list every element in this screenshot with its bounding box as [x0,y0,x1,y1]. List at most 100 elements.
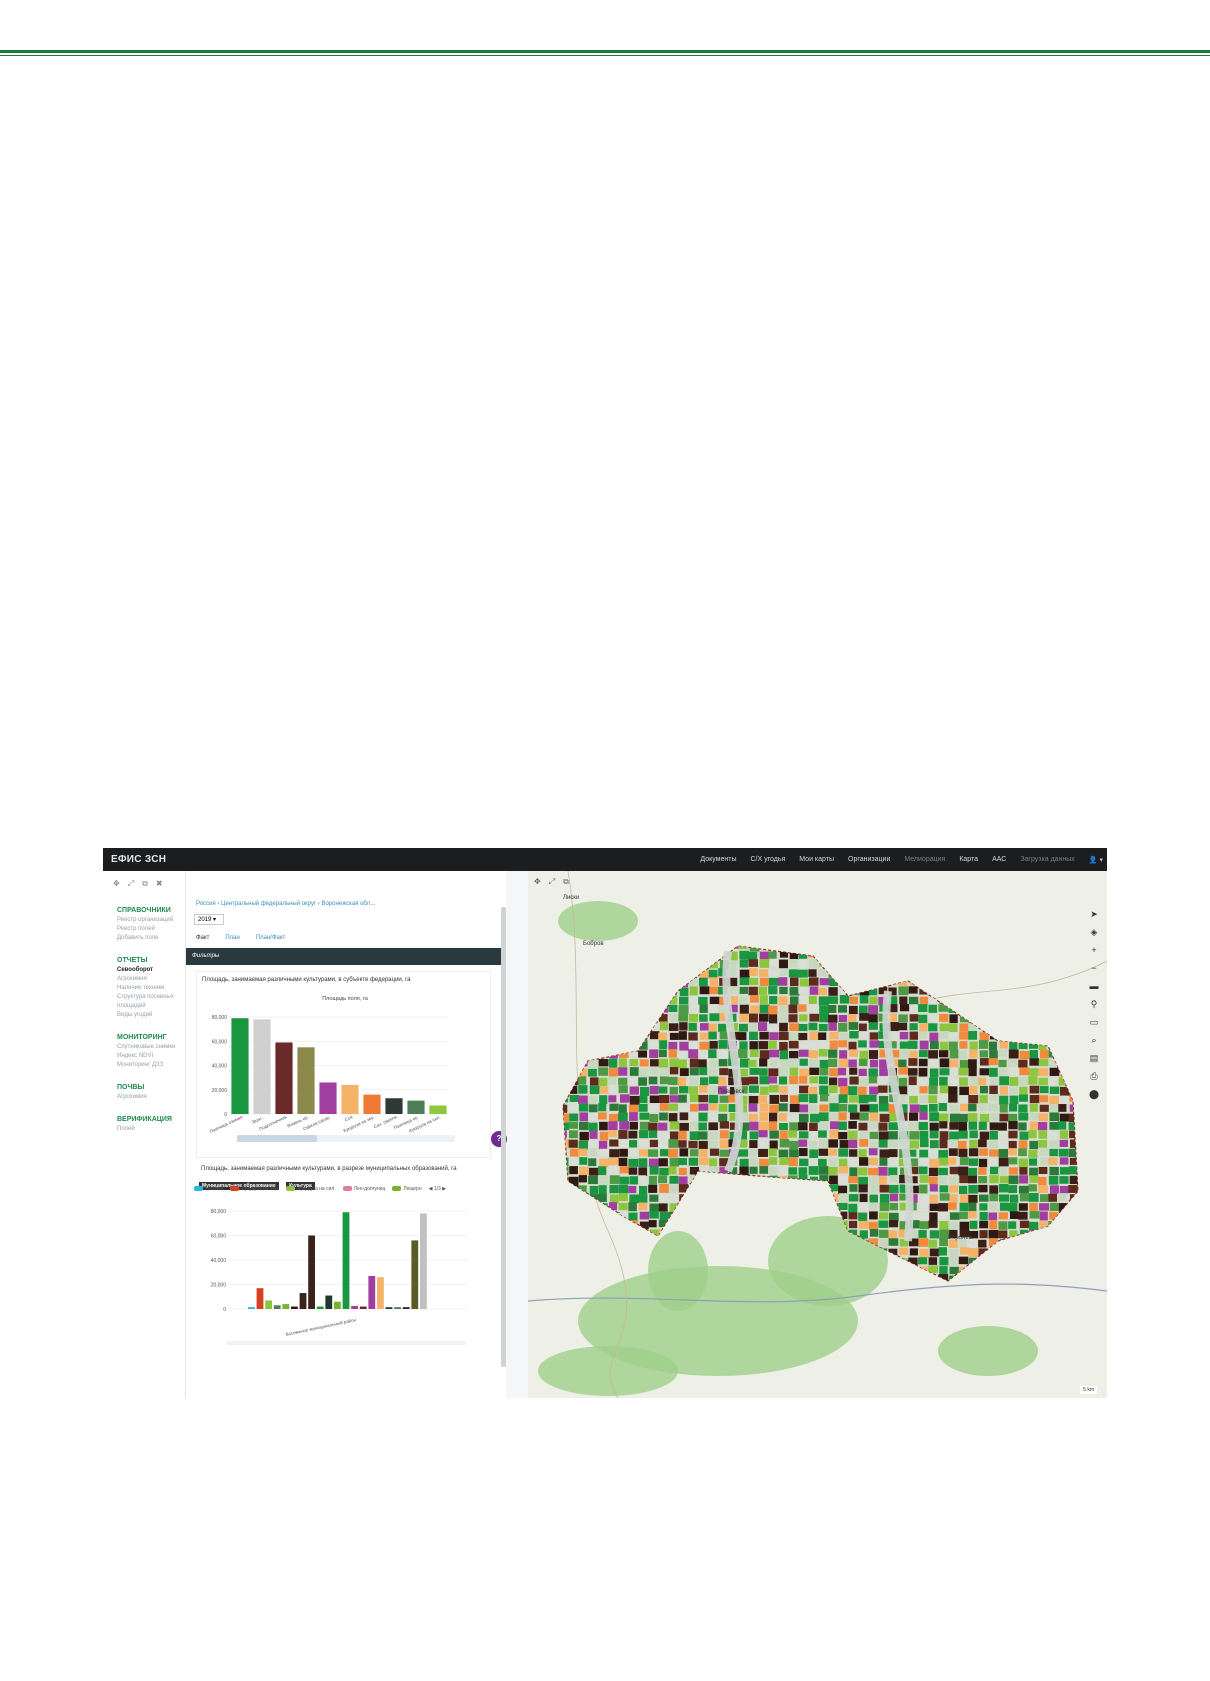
nav-item-map[interactable]: Карта [959,856,978,863]
sidebar-item[interactable]: Агрохимия [117,975,187,984]
map-panel[interactable]: Лиски Бобров Павловск Воронеж ✥ ⤢ ⧉ ➤ ◈ + −… [528,871,1107,1398]
search-icon[interactable]: ⌕ [1087,1033,1101,1047]
field-parcel [618,1085,628,1094]
print-icon[interactable]: ⎙ [1087,1069,1101,1083]
map-canvas[interactable]: Лиски Бобров Павловск Воронеж [528,871,1107,1398]
field-parcel [919,1112,928,1120]
nav-item-aas[interactable]: ААС [992,856,1006,863]
zoom-in-icon[interactable]: + [1087,943,1101,957]
field-parcel [979,1068,989,1076]
folder-icon[interactable]: ▤ [1087,1051,1101,1065]
field-parcel [1018,1203,1028,1211]
field-parcel [888,1149,898,1158]
pin-icon[interactable]: ⚲ [1087,997,1101,1011]
field-parcel [679,1041,690,1051]
field-parcel [939,1041,949,1050]
field-parcel [578,1148,588,1156]
field-parcel [598,1059,609,1067]
location-icon[interactable]: ⬤ [1087,1087,1101,1101]
field-parcel [869,1131,878,1140]
breadcrumb[interactable]: Россия › Центральный федеральный округ ›… [196,901,375,907]
back-icon[interactable]: ✥ [113,879,120,889]
field-parcel [1018,1113,1029,1121]
field-parcel [838,1040,848,1048]
field-parcel [689,1104,699,1112]
field-parcel [679,996,689,1005]
tab-plan[interactable]: План [225,935,239,941]
popout-icon[interactable]: ⧉ [563,877,569,887]
fullscreen-icon[interactable]: ⤢ [549,877,555,887]
sidebar-item[interactable]: Реестр организаций [117,916,187,925]
field-parcel [1058,1148,1069,1157]
cursor-icon[interactable]: ➤ [1087,907,1101,921]
sidebar-item[interactable]: Индекс NDVI [117,1052,187,1061]
nav-item-melioration[interactable]: Мелиорация [904,856,945,863]
expand-icon[interactable]: ⤢ [128,879,134,889]
field-parcel [989,1193,999,1202]
sidebar-item[interactable]: Реестр полей [117,925,187,934]
sidebar-item[interactable]: Структура посевных площадей [117,993,187,1011]
sidebar-item[interactable]: Добавить поле [117,934,187,943]
move-icon[interactable]: ✥ [534,877,541,887]
nav-item-documents[interactable]: Документы [700,856,736,863]
field-parcel [809,1013,820,1022]
field-parcel [799,1158,809,1167]
ruler-icon[interactable]: ▬ [1087,979,1101,993]
field-parcel [849,1167,858,1177]
tab-fact[interactable]: Факт [196,935,209,941]
field-parcel [649,1194,659,1202]
filters-bar[interactable]: Фильтры [186,948,506,965]
app-brand[interactable]: ЕФИС ЗСН [111,854,166,865]
field-parcel [638,1158,648,1168]
field-parcel [608,1157,619,1166]
layers-icon[interactable]: ◈ [1087,925,1101,939]
field-parcel [749,1031,758,1041]
sidebar-item[interactable]: Спутниковые снимки [117,1043,187,1052]
popout-icon[interactable]: ⧉ [142,879,148,889]
field-parcel [909,1023,918,1031]
field-parcel [898,1247,909,1256]
nav-item-my-maps[interactable]: Мои карты [799,856,834,863]
field-parcel [709,1158,718,1167]
scrollbar[interactable] [501,907,506,1367]
nav-item-organizations[interactable]: Организации [848,856,890,863]
field-parcel [798,1023,808,1032]
measure-icon[interactable]: ▭ [1087,1015,1101,1029]
field-parcel [949,1122,959,1130]
sidebar-section-title: ОТЧЕТЫ [117,957,148,964]
field-parcel [749,977,759,985]
sidebar-item[interactable]: Мониторинг ДЗЗ [117,1061,187,1070]
nav-item-data-upload[interactable]: Загрузка данных [1020,856,1075,863]
field-parcel [708,1049,717,1059]
field-parcel [879,1202,890,1212]
bar [325,1295,333,1309]
field-parcel [629,1095,640,1105]
field-parcel [619,1121,630,1130]
field-parcel [859,1112,869,1121]
sidebar-item[interactable]: Полей [117,1125,187,1134]
field-parcel [1039,1157,1049,1166]
sidebar-item[interactable]: Агрохимия [117,1093,187,1102]
field-parcel [678,1094,687,1103]
close-icon[interactable]: ✖ [156,879,163,889]
user-menu-icon[interactable]: 👤 ▾ [1089,856,1103,864]
sidebar-item[interactable]: Наличие техники [117,984,187,993]
field-parcel [918,1067,928,1077]
nav-item-agri-land[interactable]: С/Х угодья [750,856,785,863]
field-parcel [748,951,758,961]
field-parcel [908,1076,917,1086]
field-parcel [858,1094,869,1104]
zoom-out-icon[interactable]: − [1087,961,1101,975]
field-parcel [798,1122,808,1131]
field-parcel [658,1058,669,1068]
field-parcel [638,1077,647,1086]
tab-plan-fact[interactable]: План/Факт [256,935,285,941]
field-parcel [868,1005,879,1014]
field-parcel [778,1122,788,1131]
field-parcel [948,1094,958,1103]
year-select[interactable]: 2019 ▾ [194,914,224,925]
sidebar-item[interactable]: Севооборот [117,966,187,975]
sidebar-item[interactable]: Виды угодий [117,1011,187,1020]
field-parcel [629,1104,639,1113]
field-parcel [919,1095,929,1103]
